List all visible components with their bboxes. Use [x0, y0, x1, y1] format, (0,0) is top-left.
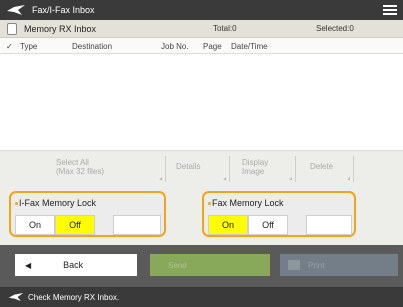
ifax-memory-lock-label: I-Fax Memory Lock	[19, 198, 97, 208]
column-header-row: ✓ Type Destination Job No. Page Date/Tim…	[0, 38, 403, 54]
bottom-bar: ◀ Back Send Print	[0, 245, 403, 287]
print-icon	[288, 260, 300, 270]
inbox-icon	[7, 22, 17, 35]
col-job-no[interactable]: Job No.	[161, 42, 189, 51]
col-destination[interactable]: Destination	[72, 42, 112, 51]
select-all-label: Select All	[56, 158, 89, 167]
inbox-bar: Memory RX Inbox Total:0 Selected:0	[0, 20, 403, 38]
send-button[interactable]: Send	[150, 254, 270, 276]
fax-memory-lock-label: Fax Memory Lock	[212, 198, 284, 208]
inbox-title: Memory RX Inbox	[24, 23, 97, 34]
title-bar: Fax/I-Fax Inbox	[0, 0, 403, 20]
status-message: Check Memory RX Inbox.	[28, 292, 120, 302]
print-button[interactable]: Print	[280, 254, 398, 276]
col-type[interactable]: Type	[20, 42, 37, 51]
window-title: Fax/I-Fax Inbox	[32, 5, 95, 15]
memory-lock-row: I-Fax Memory Lock On Off Fax Memory Lock…	[0, 185, 403, 245]
details-label: Details	[176, 162, 201, 171]
delete-button[interactable]: Delete	[304, 156, 354, 182]
print-label: Print	[308, 260, 325, 270]
ifax-lock-off-button[interactable]: Off	[55, 215, 95, 235]
col-page[interactable]: Page	[203, 42, 222, 51]
menu-icon[interactable]	[383, 3, 397, 17]
status-logo-icon	[8, 292, 24, 302]
status-bar: Check Memory RX Inbox.	[0, 287, 403, 307]
ifax-memory-lock-panel: I-Fax Memory Lock On Off	[9, 191, 166, 237]
ifax-lock-on-button[interactable]: On	[15, 215, 55, 235]
details-button[interactable]: Details	[170, 156, 230, 182]
fax-lock-off-button[interactable]: Off	[248, 215, 288, 235]
check-icon[interactable]: ✓	[6, 42, 13, 51]
delete-label: Delete	[310, 162, 334, 171]
action-row: Select All (Max 32 files) Details Displa…	[0, 150, 403, 185]
fax-lock-on-button[interactable]: On	[208, 215, 248, 235]
fax-memory-lock-panel: Fax Memory Lock On Off	[202, 191, 356, 237]
image-label: Image	[242, 167, 265, 176]
display-label: Display	[242, 158, 269, 167]
send-label: Send	[168, 260, 187, 270]
back-button[interactable]: ◀ Back	[15, 254, 137, 276]
select-all-button[interactable]: Select All (Max 32 files)	[50, 156, 166, 182]
back-label: Back	[63, 260, 84, 270]
select-all-sublabel: (Max 32 files)	[56, 167, 105, 176]
total-count: Total:0	[213, 24, 237, 33]
back-arrow-icon: ◀	[25, 260, 32, 270]
col-datetime[interactable]: Date/Time	[231, 42, 268, 51]
app-logo-icon	[6, 0, 28, 20]
display-image-button[interactable]: Display Image	[236, 156, 296, 182]
selected-count: Selected:0	[316, 24, 354, 33]
job-list	[0, 54, 403, 150]
